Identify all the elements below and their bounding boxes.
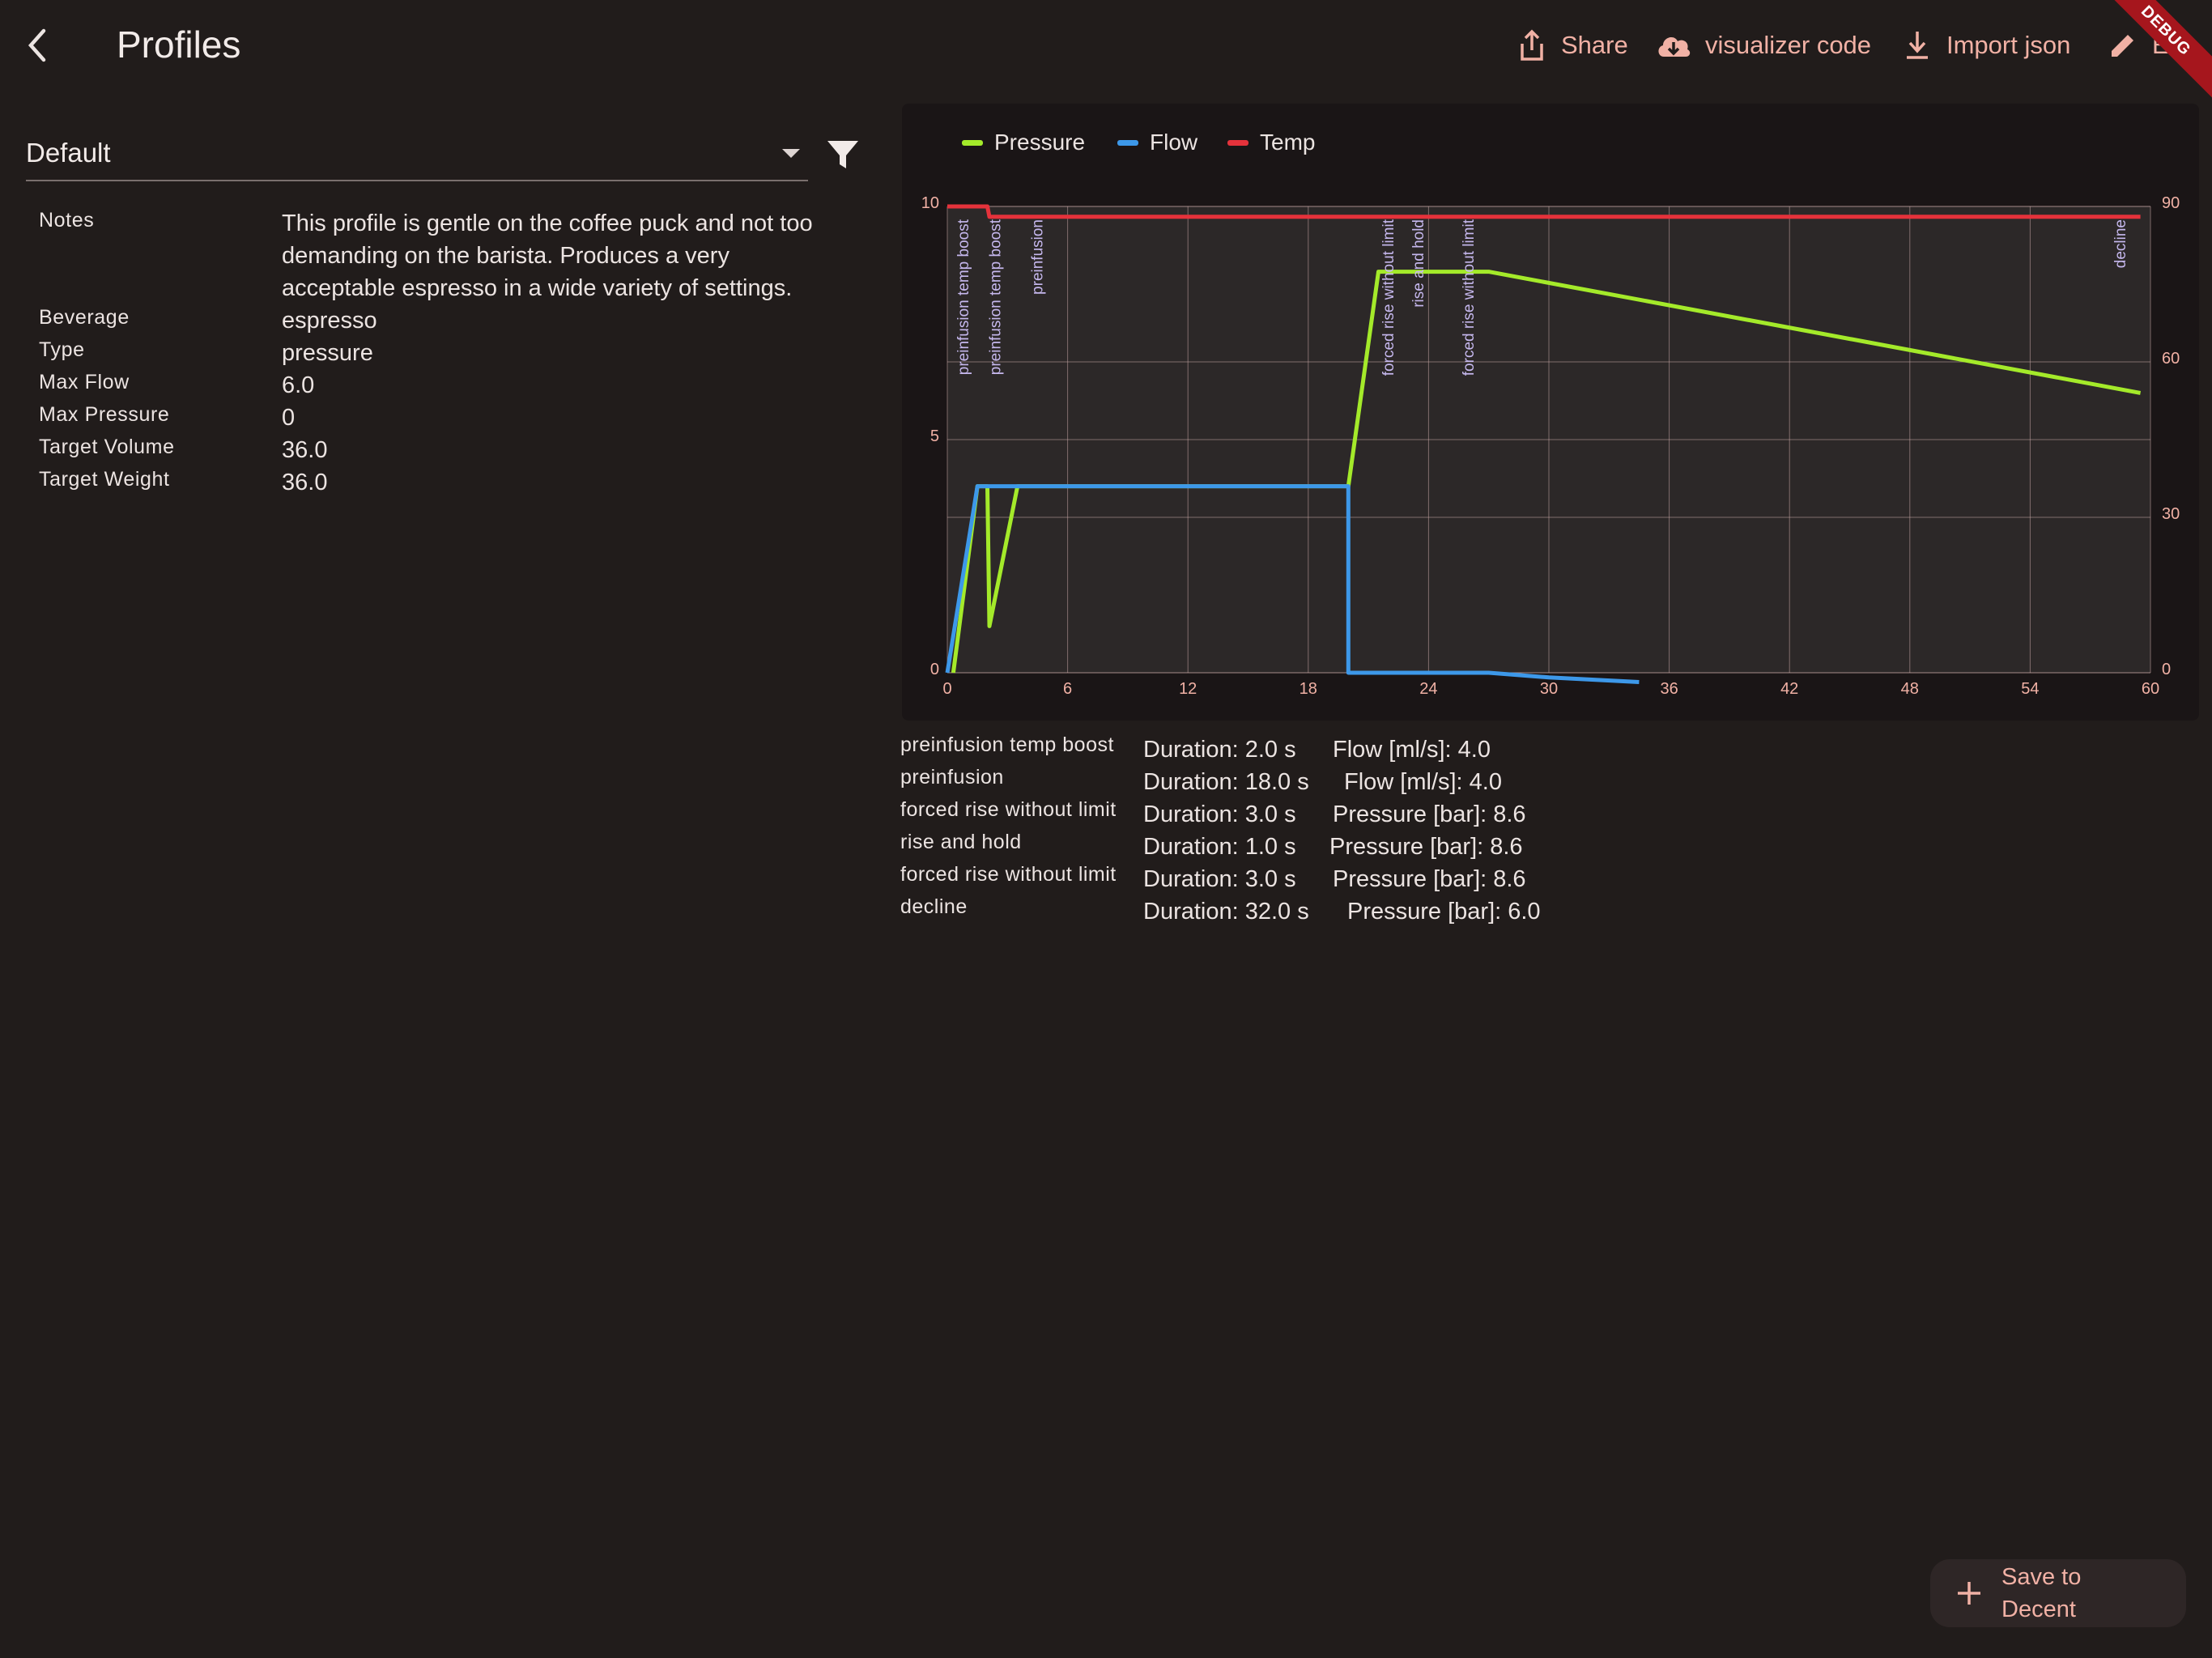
x-tick-label: 36 (1660, 680, 1678, 698)
x-tick-label: 6 (1063, 680, 1072, 698)
plus-icon (1958, 1582, 1980, 1605)
step-duration: Duration: 2.0 s (1143, 737, 1296, 763)
save-label-line: Save to (2001, 1564, 2082, 1590)
step-name: preinfusion (900, 766, 1004, 789)
step-name: preinfusion temp boost (900, 733, 1114, 756)
profile-chart: 0 6 12 18 24 30 36 42 48 54 6005100306090preinfusi… (921, 194, 2180, 698)
x-tick-label: 24 (1419, 680, 1437, 698)
step-name: rise and hold (900, 831, 1022, 853)
y-right-tick-label: 30 (2162, 505, 2180, 523)
x-tick-label: 42 (1780, 680, 1798, 698)
x-tick-label: 60 (2142, 680, 2159, 698)
step-duration: Duration: 3.0 s (1143, 866, 1296, 892)
step-duration: Duration: 18.0 s (1143, 769, 1309, 795)
y-right-tick-label: 60 (2162, 350, 2180, 368)
y-right-tick-label: 0 (2162, 661, 2171, 678)
x-tick-label: 12 (1179, 680, 1197, 698)
x-tick-label: 54 (2021, 680, 2039, 698)
step-value: Pressure [bar]: 8.6 (1333, 801, 1526, 827)
x-tick-label: 0 (942, 680, 951, 698)
step-annotation: preinfusion temp boost (955, 219, 972, 375)
y-left-tick-label: 0 (930, 661, 939, 678)
step-annotation: forced rise without limit (1461, 219, 1478, 376)
step-value: Pressure [bar]: 8.6 (1329, 834, 1523, 860)
step-annotation: preinfusion temp boost (987, 219, 1004, 375)
save-to-decent-label: Save to Decent (2001, 1561, 2115, 1626)
x-tick-label: 30 (1540, 680, 1558, 698)
y-left-tick-label: 5 (930, 427, 939, 445)
y-right-tick-label: 90 (2162, 194, 2180, 212)
step-name: forced rise without limit (900, 798, 1117, 821)
save-label-line: Decent (2001, 1596, 2076, 1622)
step-annotation: preinfusion (1029, 219, 1046, 295)
step-value: Flow [ml/s]: 4.0 (1333, 737, 1491, 763)
step-duration: Duration: 3.0 s (1143, 801, 1296, 827)
y-left-tick-label: 10 (921, 194, 939, 212)
step-annotation: decline (2112, 219, 2129, 268)
step-name: forced rise without limit (900, 863, 1117, 886)
x-tick-label: 18 (1300, 680, 1317, 698)
x-tick-label: 48 (1901, 680, 1919, 698)
step-value: Flow [ml/s]: 4.0 (1344, 769, 1502, 795)
step-duration: Duration: 1.0 s (1143, 834, 1296, 860)
step-value: Pressure [bar]: 8.6 (1333, 866, 1526, 892)
save-to-decent-button[interactable]: Save to Decent (1930, 1559, 2186, 1627)
step-value: Pressure [bar]: 6.0 (1347, 899, 1541, 925)
step-duration: Duration: 32.0 s (1143, 899, 1309, 925)
step-name: decline (900, 895, 968, 918)
step-annotation: rise and hold (1410, 219, 1427, 308)
step-annotation: forced rise without limit (1380, 219, 1397, 376)
